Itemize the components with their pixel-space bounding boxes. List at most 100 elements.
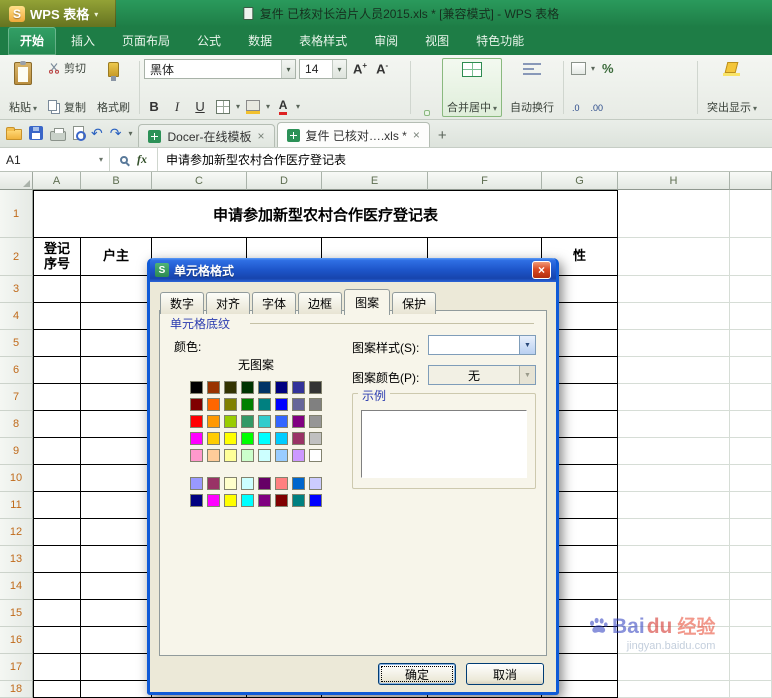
save-button[interactable] bbox=[29, 126, 43, 140]
dialog-tab-图案[interactable]: 图案 bbox=[344, 289, 391, 315]
cell-partial[interactable] bbox=[730, 276, 772, 303]
color-swatch-CCFFCC[interactable] bbox=[241, 449, 254, 462]
undo-button[interactable]: ↶ bbox=[91, 126, 103, 140]
cell-H6[interactable] bbox=[618, 357, 730, 384]
cell-A6[interactable] bbox=[33, 357, 81, 384]
cell-H11[interactable] bbox=[618, 492, 730, 519]
cell-A15[interactable] bbox=[33, 600, 81, 627]
cell-H4[interactable] bbox=[618, 303, 730, 330]
cell-B15[interactable] bbox=[81, 600, 152, 627]
column-header-C[interactable]: C bbox=[152, 172, 247, 190]
ribbon-tab-数据[interactable]: 数据 bbox=[236, 27, 284, 55]
cell-B12[interactable] bbox=[81, 519, 152, 546]
ribbon-tab-开始[interactable]: 开始 bbox=[8, 27, 57, 55]
cell-A13[interactable] bbox=[33, 546, 81, 573]
color-swatch-003300[interactable] bbox=[241, 381, 254, 394]
cell-A11[interactable] bbox=[33, 492, 81, 519]
ribbon-tab-页面布局[interactable]: 页面布局 bbox=[110, 27, 182, 55]
cell-partial[interactable] bbox=[730, 384, 772, 411]
wrap-text-button[interactable]: 自动换行 bbox=[505, 58, 559, 117]
align-middle-button[interactable] bbox=[424, 59, 430, 65]
color-swatch-993300[interactable] bbox=[207, 381, 220, 394]
cell-H3[interactable] bbox=[618, 276, 730, 303]
color-swatch-FF6600[interactable] bbox=[207, 398, 220, 411]
cell-H14[interactable] bbox=[618, 573, 730, 600]
pattern-color-arrow-icon[interactable]: ▼ bbox=[519, 366, 535, 384]
cell-B7[interactable] bbox=[81, 384, 152, 411]
align-top-button[interactable] bbox=[415, 59, 421, 65]
percent-style-button[interactable]: % bbox=[598, 61, 618, 76]
cell-partial[interactable] bbox=[730, 357, 772, 384]
row-header-18[interactable]: 18 bbox=[0, 681, 33, 698]
cell-partial[interactable] bbox=[730, 573, 772, 600]
ribbon-tab-插入[interactable]: 插入 bbox=[59, 27, 107, 55]
color-swatch-C0C0C0[interactable] bbox=[309, 432, 322, 445]
cell-B6[interactable] bbox=[81, 357, 152, 384]
fill-color-caret-icon[interactable]: ▾ bbox=[266, 102, 270, 111]
color-swatch-993366[interactable] bbox=[207, 477, 220, 490]
ribbon-tab-公式[interactable]: 公式 bbox=[185, 27, 233, 55]
cell-partial[interactable] bbox=[730, 519, 772, 546]
cell-A14[interactable] bbox=[33, 573, 81, 600]
cell-partial[interactable] bbox=[730, 238, 772, 276]
cell-partial[interactable] bbox=[730, 681, 772, 698]
color-swatch-00FF00[interactable] bbox=[241, 432, 254, 445]
color-swatch-FFCC00[interactable] bbox=[207, 432, 220, 445]
cell-partial[interactable] bbox=[730, 492, 772, 519]
cell-partial[interactable] bbox=[730, 627, 772, 654]
cut-button[interactable]: 剪切 bbox=[45, 59, 89, 77]
cell-partial[interactable] bbox=[730, 465, 772, 492]
dialog-tab-对齐[interactable]: 对齐 bbox=[206, 292, 251, 314]
color-swatch-FF0000[interactable] bbox=[190, 415, 203, 428]
cell-partial[interactable] bbox=[730, 411, 772, 438]
cell-H7[interactable] bbox=[618, 384, 730, 411]
color-swatch-333399[interactable] bbox=[292, 381, 305, 394]
color-swatch-CCFFFF[interactable] bbox=[241, 477, 254, 490]
color-swatch-FFFFFF[interactable] bbox=[309, 449, 322, 462]
color-swatch-FFFF99[interactable] bbox=[224, 449, 237, 462]
color-swatch-FF00FF[interactable] bbox=[190, 432, 203, 445]
column-header-A[interactable]: A bbox=[33, 172, 81, 190]
cell-A8[interactable] bbox=[33, 411, 81, 438]
document-tab[interactable]: 复件 已核对….xls * × bbox=[276, 122, 430, 147]
cell-H5[interactable] bbox=[618, 330, 730, 357]
cell-H10[interactable] bbox=[618, 465, 730, 492]
color-swatch-993366[interactable] bbox=[292, 432, 305, 445]
cancel-button[interactable]: 取消 bbox=[466, 663, 544, 685]
no-pattern-button[interactable]: 无图案 bbox=[190, 356, 322, 373]
row-header-11[interactable]: 11 bbox=[0, 492, 33, 519]
row-header-17[interactable]: 17 bbox=[0, 654, 33, 681]
row-header-8[interactable]: 8 bbox=[0, 411, 33, 438]
fill-color-button[interactable] bbox=[243, 97, 263, 116]
row-header-10[interactable]: 10 bbox=[0, 465, 33, 492]
cell-B16[interactable] bbox=[81, 627, 152, 654]
color-swatch-FFFF00[interactable] bbox=[224, 494, 237, 507]
new-tab-button[interactable]: + bbox=[430, 127, 455, 147]
borders-caret-icon[interactable]: ▾ bbox=[236, 102, 240, 111]
color-swatch-FFCC99[interactable] bbox=[207, 449, 220, 462]
cell-H13[interactable] bbox=[618, 546, 730, 573]
color-swatch-0000FF[interactable] bbox=[275, 398, 288, 411]
color-swatch-0066CC[interactable] bbox=[292, 477, 305, 490]
cell-H1[interactable] bbox=[618, 190, 730, 238]
number-format-caret-icon[interactable]: ▾ bbox=[591, 64, 595, 73]
number-format-button[interactable] bbox=[568, 59, 588, 78]
color-swatch-339966[interactable] bbox=[241, 415, 254, 428]
dialog-tab-字体[interactable]: 字体 bbox=[252, 292, 297, 314]
color-swatch-FFFF00[interactable] bbox=[224, 432, 237, 445]
color-swatch-FFFFCC[interactable] bbox=[224, 477, 237, 490]
column-header-B[interactable]: B bbox=[81, 172, 152, 190]
cell-A18[interactable] bbox=[33, 681, 81, 698]
ribbon-tab-特色功能[interactable]: 特色功能 bbox=[464, 27, 536, 55]
row-header-4[interactable]: 4 bbox=[0, 303, 33, 330]
formula-content[interactable]: 申请参加新型农村合作医疗登记表 bbox=[158, 151, 354, 168]
cell-A4[interactable] bbox=[33, 303, 81, 330]
color-swatch-333300[interactable] bbox=[224, 381, 237, 394]
cell-A3[interactable] bbox=[33, 276, 81, 303]
cell-A9[interactable] bbox=[33, 438, 81, 465]
dialog-close-button[interactable]: × bbox=[532, 261, 551, 279]
borders-button[interactable] bbox=[213, 97, 233, 116]
cell-A12[interactable] bbox=[33, 519, 81, 546]
row-header-14[interactable]: 14 bbox=[0, 573, 33, 600]
cell-H8[interactable] bbox=[618, 411, 730, 438]
